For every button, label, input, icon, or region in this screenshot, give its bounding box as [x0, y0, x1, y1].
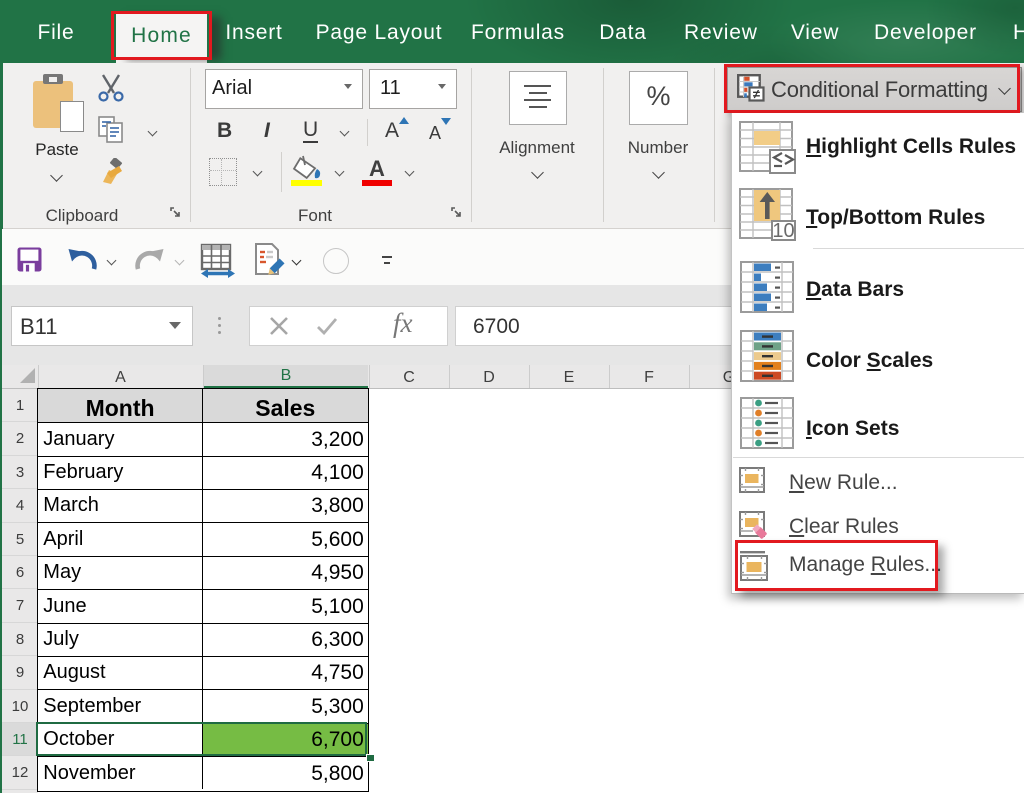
- svg-text:10: 10: [772, 220, 794, 242]
